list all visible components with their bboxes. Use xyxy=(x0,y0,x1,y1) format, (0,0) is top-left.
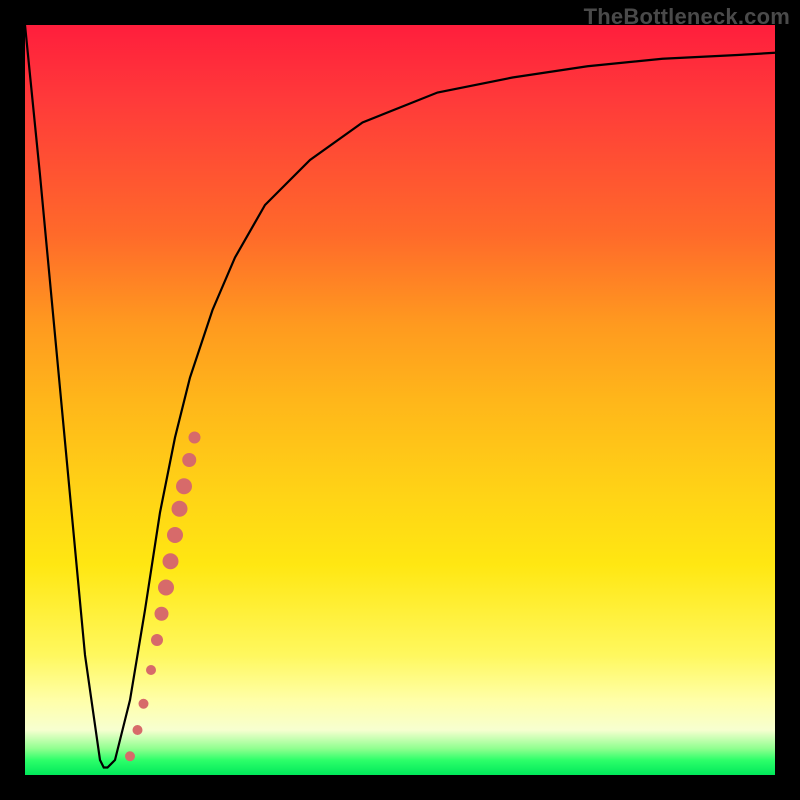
curve-marker xyxy=(125,751,135,761)
curve-marker xyxy=(151,634,163,646)
plot-area xyxy=(25,25,775,775)
curve-marker xyxy=(155,607,169,621)
curve-marker xyxy=(146,665,156,675)
curve-marker xyxy=(139,699,149,709)
curve-marker xyxy=(182,453,196,467)
curve-layer xyxy=(25,25,775,768)
curve-marker xyxy=(176,478,192,494)
curve-marker xyxy=(158,580,174,596)
curve-marker xyxy=(163,553,179,569)
curve-marker xyxy=(133,725,143,735)
bottleneck-curve-path xyxy=(25,25,775,768)
chart-stage: TheBottleneck.com xyxy=(0,0,800,800)
curve-marker xyxy=(167,527,183,543)
curve-marker xyxy=(172,501,188,517)
curve-marker xyxy=(189,432,201,444)
chart-svg xyxy=(25,25,775,775)
marker-layer xyxy=(125,432,201,762)
